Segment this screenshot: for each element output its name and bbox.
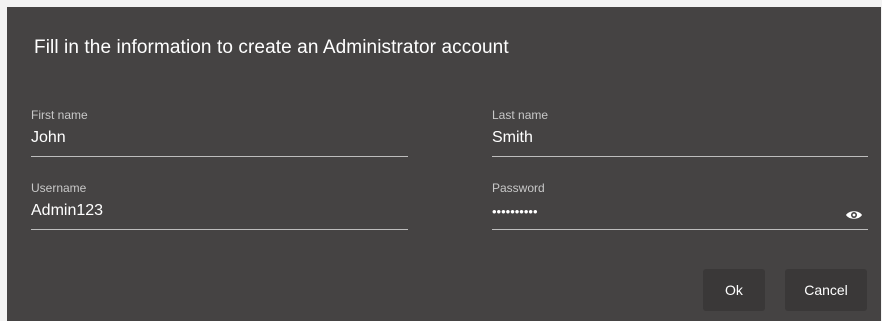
- password-field: Password: [492, 181, 868, 231]
- username-underline: [31, 229, 408, 230]
- password-input[interactable]: [492, 198, 868, 224]
- username-label: Username: [31, 181, 87, 195]
- dialog-title: Fill in the information to create an Adm…: [34, 37, 509, 58]
- show-password-toggle[interactable]: [844, 205, 864, 225]
- username-field: Username: [31, 181, 408, 231]
- last-name-input[interactable]: [492, 125, 868, 151]
- cancel-button[interactable]: Cancel: [785, 269, 867, 311]
- first-name-label: First name: [31, 108, 88, 122]
- create-admin-dialog: Fill in the information to create an Adm…: [7, 7, 881, 321]
- last-name-underline: [492, 156, 868, 157]
- first-name-underline: [31, 156, 408, 157]
- ok-button[interactable]: Ok: [703, 269, 765, 311]
- first-name-field: First name: [31, 108, 408, 158]
- password-underline: [492, 229, 868, 230]
- last-name-label: Last name: [492, 108, 549, 122]
- first-name-input[interactable]: [31, 125, 408, 151]
- username-input[interactable]: [31, 198, 408, 224]
- last-name-field: Last name: [492, 108, 868, 158]
- eye-icon: [846, 211, 862, 219]
- password-label: Password: [492, 181, 545, 195]
